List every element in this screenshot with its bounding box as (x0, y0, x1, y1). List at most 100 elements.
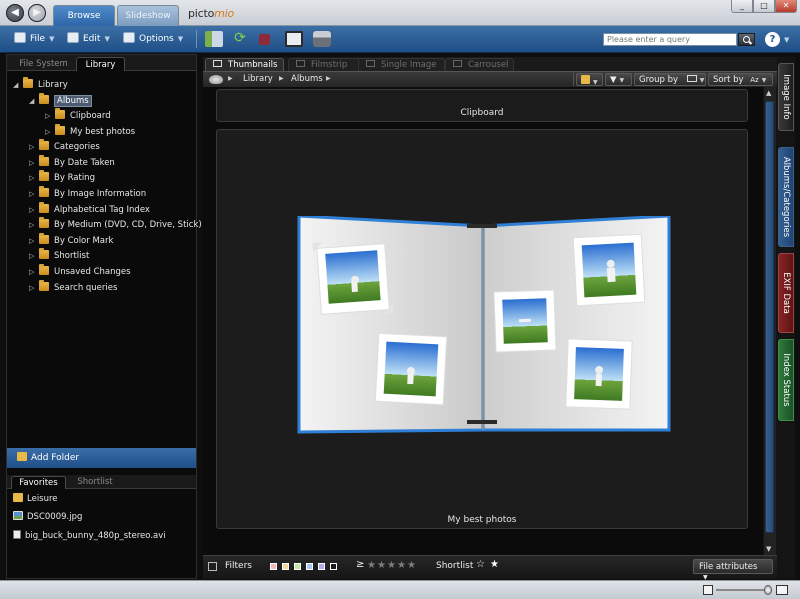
expand-arrow-icon[interactable]: ▷ (29, 249, 39, 263)
tree-item-search-queries[interactable]: ▷ Search queries (29, 280, 117, 295)
breadcrumb-arrow-icon[interactable]: ▶ (326, 75, 331, 82)
rating-comparator[interactable]: ≥ (356, 559, 364, 570)
tree-item-by-date-taken[interactable]: ▷ By Date Taken (29, 155, 115, 170)
forward-button[interactable]: ▶ (28, 4, 46, 22)
expand-arrow-icon[interactable]: ▷ (29, 171, 39, 185)
favorite-item-leisure[interactable]: Leisure (13, 492, 58, 506)
tab-favorites[interactable]: Favorites (11, 476, 66, 489)
tab-image-info[interactable]: Image Info (778, 63, 794, 131)
tree-item-unsaved-changes[interactable]: ▷ Unsaved Changes (29, 264, 131, 279)
add-to-album-button[interactable]: ▼ (576, 73, 603, 86)
expand-arrow-icon[interactable]: ▷ (29, 156, 39, 170)
tree-item-alphabetical-tag-index[interactable]: ▷ Alphabetical Tag Index (29, 202, 150, 217)
stop-icon[interactable] (259, 34, 270, 45)
tree-item-shortlist[interactable]: ▷ Shortlist (29, 248, 89, 263)
album-tile-my-best-photos[interactable]: My best photos (216, 129, 748, 529)
collapse-arrow-icon[interactable]: ◢ (13, 78, 23, 92)
expand-arrow-icon[interactable]: ▷ (29, 187, 39, 201)
color-mark-red[interactable] (270, 563, 277, 570)
expand-arrow-icon[interactable]: ▷ (45, 109, 55, 123)
collapse-arrow-icon[interactable]: ◢ (29, 94, 39, 108)
star-outline-icon[interactable]: ☆ (476, 559, 485, 570)
tab-library[interactable]: Library (76, 57, 125, 71)
tab-index-status[interactable]: Index Status (778, 339, 794, 421)
zoom-out-icon[interactable] (703, 585, 713, 595)
star-icon[interactable]: ★ (397, 560, 406, 571)
tab-filmstrip[interactable]: Filmstrip (288, 58, 361, 71)
maximize-button[interactable]: □ (753, 0, 775, 13)
color-mark-none[interactable] (330, 563, 337, 570)
search-icon[interactable] (738, 33, 755, 46)
tab-shortlist[interactable]: Shortlist (69, 476, 121, 490)
help-icon[interactable]: ? (765, 32, 780, 47)
star-icon[interactable]: ★ (387, 560, 396, 571)
expand-arrow-icon[interactable]: ▷ (29, 265, 39, 279)
tab-albums-categories[interactable]: Albums/Categories (778, 147, 794, 247)
tab-single-image[interactable]: Single Image (358, 58, 445, 71)
folder-icon (23, 77, 33, 88)
minimize-button[interactable]: _ (731, 0, 753, 13)
scroll-down-icon[interactable]: ▼ (766, 545, 771, 553)
breadcrumb-item[interactable]: Albums (291, 74, 323, 84)
scroll-up-icon[interactable]: ▲ (766, 89, 771, 97)
scrollbar-thumb[interactable] (765, 101, 774, 533)
expand-arrow-icon[interactable]: ▷ (29, 203, 39, 217)
star-icon[interactable]: ★ (490, 559, 499, 570)
tab-file-system[interactable]: File System (11, 57, 76, 71)
star-icon[interactable]: ★ (407, 560, 416, 571)
expand-arrow-icon[interactable]: ▷ (29, 218, 39, 232)
expand-arrow-icon[interactable]: ▷ (45, 125, 55, 139)
expand-arrow-icon[interactable]: ▷ (29, 140, 39, 154)
tree-item-clipboard[interactable]: ▷ Clipboard (45, 108, 111, 123)
filters-checkbox[interactable] (208, 562, 217, 571)
expand-arrow-icon[interactable]: ▷ (29, 234, 39, 248)
color-mark-purple[interactable] (318, 563, 325, 570)
color-mark-blue[interactable] (306, 563, 313, 570)
tab-browse[interactable]: Browse (53, 5, 115, 26)
print-icon[interactable] (313, 31, 331, 47)
tree-item-albums[interactable]: ◢ Albums (29, 93, 92, 108)
album-tile-clipboard[interactable]: Clipboard (216, 89, 748, 122)
tab-thumbnails[interactable]: Thumbnails (205, 58, 284, 71)
vertical-scrollbar[interactable]: ▲ ▼ (764, 87, 776, 555)
file-attributes-dropdown[interactable]: File attributes ▼ (693, 559, 773, 581)
add-to-album-icon (581, 75, 590, 84)
breadcrumb-arrow-icon[interactable]: ▶ (228, 75, 233, 82)
favorite-item-video[interactable]: big_buck_bunny_480p_stereo.avi (13, 529, 166, 543)
tree-item-by-rating[interactable]: ▷ By Rating (29, 170, 95, 185)
tree-item-library[interactable]: ◢ Library (13, 77, 68, 92)
tab-exif-data[interactable]: EXIF Data (778, 253, 794, 333)
file-menu[interactable]: File ▼ (14, 32, 54, 44)
fullscreen-icon[interactable] (285, 31, 303, 47)
edit-menu[interactable]: Edit ▼ (67, 32, 110, 44)
chevron-down-icon[interactable]: ▼ (784, 36, 789, 44)
back-button[interactable]: ◀ (6, 4, 24, 22)
tree-item-by-image-information[interactable]: ▷ By Image Information (29, 186, 146, 201)
import-icon[interactable] (205, 31, 223, 47)
favorite-item-image[interactable]: DSC0009.jpg (13, 510, 82, 524)
star-icon[interactable]: ★ (377, 560, 386, 571)
sort-by-button[interactable]: Sort by Az ▼ (708, 73, 773, 86)
color-mark-green[interactable] (294, 563, 301, 570)
breadcrumb-arrow-icon[interactable]: ▶ (279, 75, 284, 82)
tree-item-by-color-mark[interactable]: ▷ By Color Mark (29, 233, 113, 248)
zoom-in-icon[interactable] (776, 585, 788, 595)
close-button[interactable]: ✕ (775, 0, 797, 13)
options-menu[interactable]: Options ▼ (123, 32, 183, 44)
refresh-icon[interactable]: ⟳ (231, 31, 249, 47)
tree-item-my-best-photos[interactable]: ▷ My best photos (45, 124, 135, 139)
add-folder-button[interactable]: Add Folder (7, 448, 196, 468)
tab-slideshow[interactable]: Slideshow (117, 5, 179, 26)
home-icon[interactable] (209, 75, 223, 84)
group-by-button[interactable]: Group by ▼ (634, 73, 706, 86)
breadcrumb-item[interactable]: Library (243, 74, 273, 84)
tab-carrousel[interactable]: Carrousel (445, 58, 514, 71)
filter-button[interactable]: ▼ ▼ (605, 73, 632, 86)
tree-item-by-medium[interactable]: ▷ By Medium (DVD, CD, Drive, Stick) (29, 217, 202, 232)
expand-arrow-icon[interactable]: ▷ (29, 281, 39, 295)
tree-item-categories[interactable]: ▷ Categories (29, 139, 100, 154)
zoom-slider-handle[interactable] (764, 585, 772, 595)
color-mark-yellow[interactable] (282, 563, 289, 570)
search-input[interactable] (603, 33, 737, 46)
star-icon[interactable]: ★ (367, 560, 376, 571)
